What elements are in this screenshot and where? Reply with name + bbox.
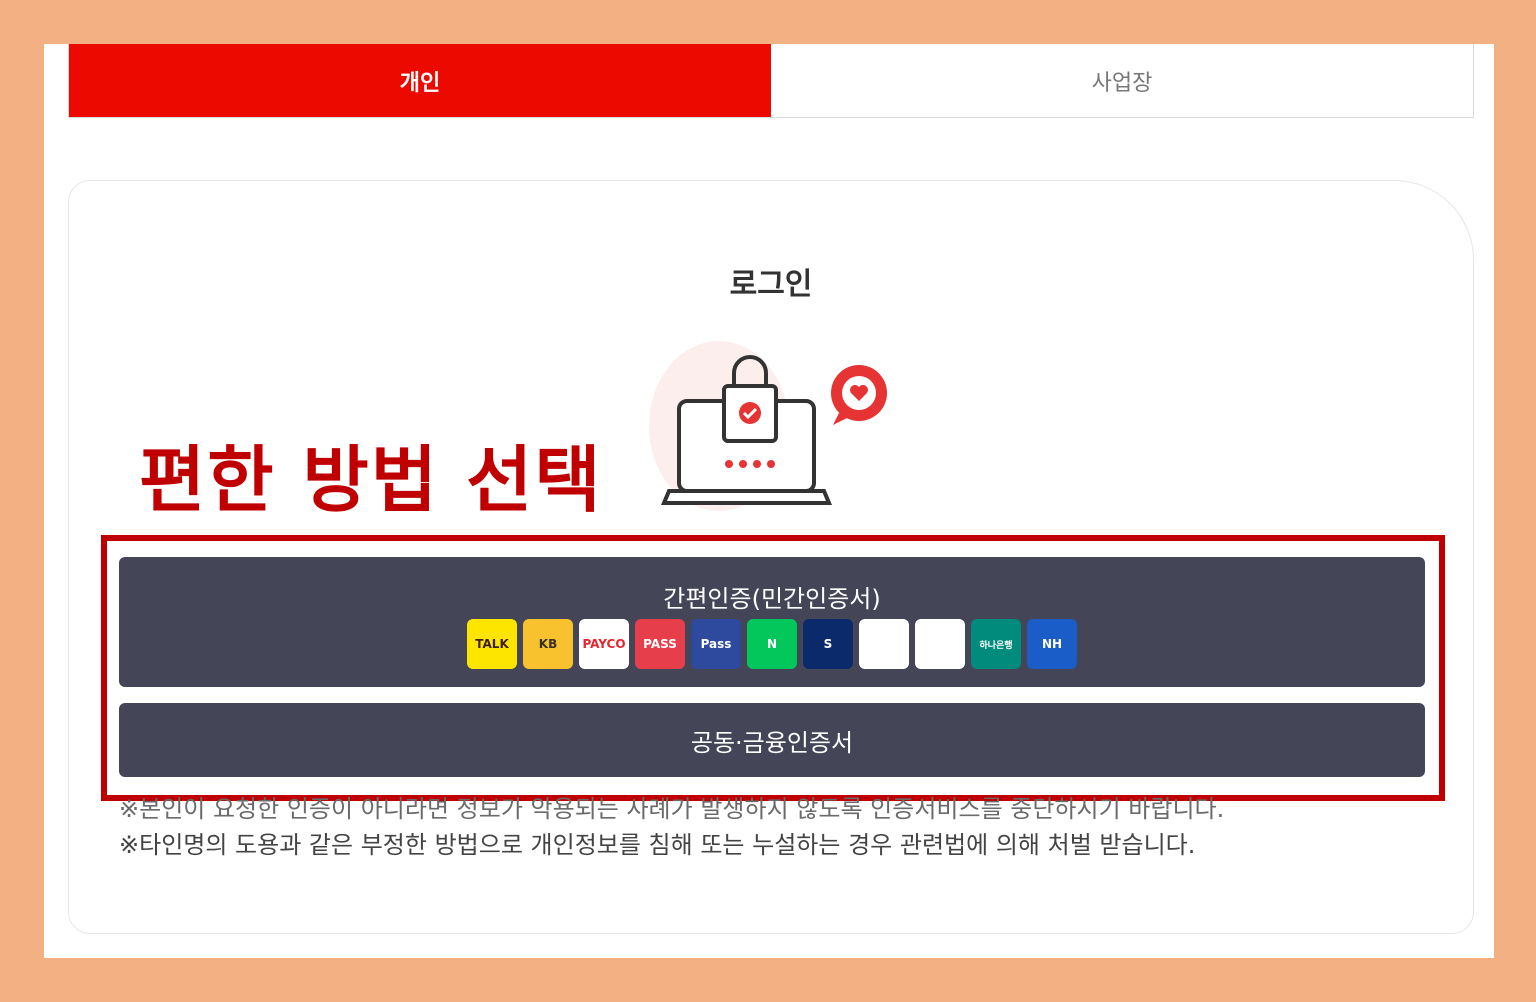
tab-personal[interactable]: 개인 <box>69 44 771 117</box>
highlight-box <box>101 535 1445 801</box>
overlay-heading: 편한 방법 선택 <box>139 438 603 522</box>
login-card: 로그인 편한 방법 선택 간편인증(민간인증서) TALK KB PAYCO PASS… <box>68 180 1474 934</box>
notice-line-1: ※본인이 요청한 인증이 아니라면 정보가 악용되는 사례가 발생하지 않도록 … <box>119 795 1225 823</box>
tab-bar: 개인 사업장 <box>68 44 1474 118</box>
page-container: 개인 사업장 로그인 편한 방법 선택 간편인증(민간인증서) TALK KB PA… <box>44 44 1494 958</box>
notice-line-2: ※타인명의 도용과 같은 부정한 방법으로 개인정보를 침해 또는 누설하는 경… <box>119 831 1196 859</box>
login-title: 로그인 <box>729 267 813 302</box>
notice-text: ※본인이 요청한 인증이 아니라면 정보가 악용되는 사례가 발생하지 않도록 … <box>119 791 1224 863</box>
tab-business[interactable]: 사업장 <box>771 44 1473 117</box>
laptop-lock-illustration <box>649 341 887 511</box>
